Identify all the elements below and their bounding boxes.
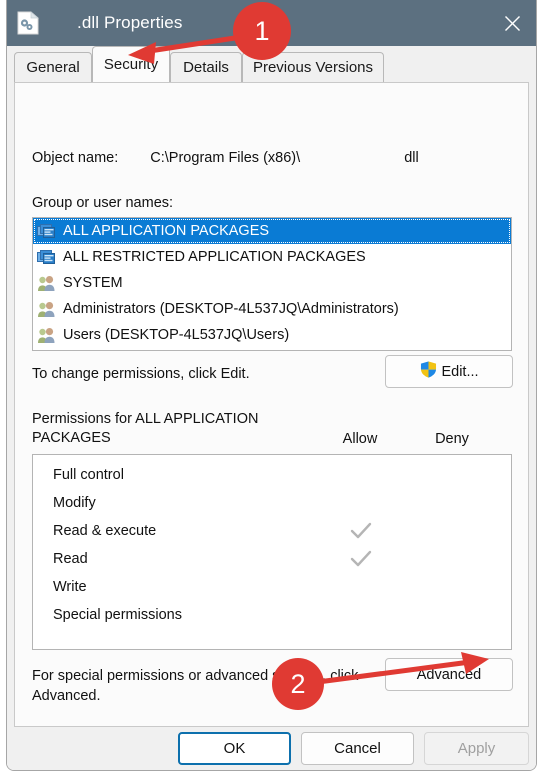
tab-label: General [26,59,80,76]
change-permissions-hint: To change permissions, click Edit. [32,366,250,382]
object-name-label: Object name: [32,150,119,166]
dialog-footer: OK Cancel Apply [7,727,536,770]
title-bar: .dll Properties [7,0,536,46]
tab-strip: General Security Details Previous Versio… [7,46,536,82]
apply-button: Apply [424,732,529,765]
table-row[interactable]: Special permissions [33,601,511,629]
table-row[interactable]: Read & execute [33,517,511,545]
table-row[interactable]: Modify [33,489,511,517]
edit-button-label: Edit... [441,363,479,380]
object-name-row: Object name: C:\Program Files (x86)\ dll [32,150,419,166]
app-packages-icon [37,223,56,240]
window-title: .dll Properties [77,13,183,32]
table-row[interactable]: Full control [33,461,511,489]
deny-checkbox[interactable] [423,517,483,545]
ok-button[interactable]: OK [178,732,291,765]
allow-checkbox[interactable] [331,489,391,517]
deny-column-header: Deny [435,431,469,447]
permission-label: Full control [53,467,124,483]
permission-label: Special permissions [53,607,182,623]
edit-button[interactable]: Edit... [385,355,513,388]
tab-label: Security [103,56,159,73]
properties-dialog: .dll Properties General Security Details… [6,0,537,771]
tab-security[interactable]: Security [92,46,170,82]
checkmark-icon [350,522,372,539]
deny-checkbox[interactable] [423,601,483,629]
list-item-label: Users (DESKTOP-4L537JQ\Users) [63,327,290,343]
dll-file-icon [17,11,39,35]
group-or-user-names-label: Group or user names: [32,195,174,211]
deny-checkbox[interactable] [423,573,483,601]
table-row[interactable]: Read [33,545,511,573]
advanced-button-label: Advanced [416,666,482,683]
deny-checkbox[interactable] [423,461,483,489]
allow-checkbox[interactable] [331,573,391,601]
users-icon [37,275,56,292]
permissions-for-label: Permissions for ALL APPLICATION PACKAGES [32,411,259,446]
group-or-user-names-list[interactable]: ALL APPLICATION PACKAGES ALL RESTRICTED … [32,217,512,351]
allow-checkbox[interactable] [331,517,391,545]
permission-label: Read [53,551,88,567]
tab-label: Details [183,59,229,76]
deny-checkbox[interactable] [423,489,483,517]
advanced-button[interactable]: Advanced [385,658,513,691]
users-icon [37,301,56,318]
object-name-value: C:\Program Files (x86)\ [150,150,301,166]
allow-checkbox[interactable] [331,545,391,573]
advanced-hint: For special permissions or advanced sett… [32,668,359,704]
tab-details[interactable]: Details [170,52,242,82]
allow-column-header: Allow [342,431,378,447]
list-item-label: SYSTEM [63,275,123,291]
tab-label: Previous Versions [252,59,374,76]
tab-general[interactable]: General [14,52,92,82]
table-row[interactable]: Write [33,573,511,601]
cancel-button-label: Cancel [334,740,381,757]
list-item-label: ALL RESTRICTED APPLICATION PACKAGES [63,249,366,265]
list-item[interactable]: ALL RESTRICTED APPLICATION PACKAGES [33,244,511,270]
list-item[interactable]: Users (DESKTOP-4L537JQ\Users) [33,322,511,348]
deny-checkbox[interactable] [423,545,483,573]
tab-previous-versions[interactable]: Previous Versions [242,52,384,82]
dialog-body: General Security Details Previous Versio… [7,46,536,770]
permission-label: Write [53,579,87,595]
list-item-label: ALL APPLICATION PACKAGES [63,223,270,239]
checkmark-icon [350,550,372,567]
list-item[interactable]: Administrators (DESKTOP-4L537JQ\Administ… [33,296,511,322]
close-icon[interactable] [488,0,536,46]
allow-checkbox[interactable] [331,601,391,629]
list-item[interactable]: ALL APPLICATION PACKAGES [33,218,511,244]
list-item-label: Administrators (DESKTOP-4L537JQ\Administ… [63,301,399,317]
ok-button-label: OK [223,740,246,757]
apply-button-label: Apply [457,740,496,757]
permissions-list[interactable]: Full control Modify Read & execute Read … [32,454,512,650]
users-icon [37,327,56,344]
object-name-suffix: dll [404,150,419,166]
allow-checkbox[interactable] [331,461,391,489]
list-item[interactable]: SYSTEM [33,270,511,296]
uac-shield-icon [419,360,438,383]
permission-label: Modify [53,495,96,511]
cancel-button[interactable]: Cancel [301,732,414,765]
security-tab-panel: Object name: C:\Program Files (x86)\ dll… [14,82,529,727]
permission-label: Read & execute [53,523,157,539]
app-packages-icon [37,249,56,266]
